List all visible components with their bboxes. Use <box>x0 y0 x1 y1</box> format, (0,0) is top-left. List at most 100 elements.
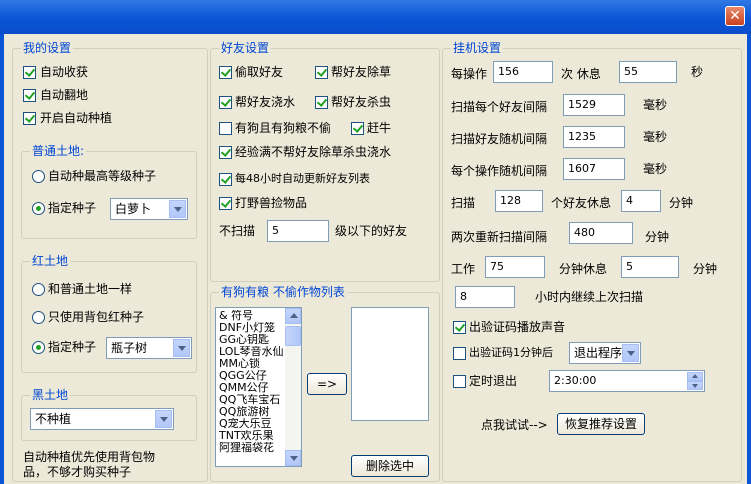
restore-settings-button[interactable]: 恢复推荐设置 <box>557 413 645 435</box>
add-to-list-button[interactable]: => <box>307 373 347 395</box>
red-specified-radio[interactable] <box>32 341 45 354</box>
client-area: 我的设置 自动收获 自动翻地 开启自动种植 普通土地: 自动种最高等级种子 指定… <box>4 34 747 484</box>
list-item[interactable]: MM心锁 <box>219 358 285 370</box>
captcha-sound-label: 出验证码播放声音 <box>469 320 566 334</box>
note-line-1: 自动种植优先使用背包物 <box>23 450 156 464</box>
list-item[interactable]: QQ旅游树 <box>219 406 285 418</box>
resume-value: 8 <box>460 290 467 303</box>
scroll-up-icon[interactable] <box>285 308 301 324</box>
exp-full-checkbox[interactable] <box>219 146 232 159</box>
hang-settings-group: 挂机设置 每操作 156 次 休息 55 秒 扫描每个好友间隔 1529 毫秒 … <box>442 41 742 482</box>
captcha-sound-checkbox[interactable] <box>453 321 466 334</box>
op-random-value: 1607 <box>568 162 596 175</box>
timed-exit-value: 2:30:00 <box>554 374 597 387</box>
spin-down-icon[interactable] <box>687 381 703 390</box>
normal-specified-radio[interactable] <box>32 202 45 215</box>
normal-land-title: 普通土地: <box>30 144 87 158</box>
scan-random-value: 1235 <box>568 130 596 143</box>
chase-cow-checkbox[interactable] <box>351 122 364 135</box>
chevron-down-icon[interactable] <box>169 200 186 218</box>
scan-label: 扫描 <box>451 196 476 210</box>
close-button[interactable]: ✕ <box>725 6 745 26</box>
scroll-thumb[interactable] <box>285 326 301 346</box>
beast-checkbox[interactable] <box>219 197 232 210</box>
scan-rest-field[interactable]: 4 <box>621 190 661 212</box>
list-scrollbar[interactable] <box>285 308 301 466</box>
weed-checkbox[interactable] <box>315 66 328 79</box>
sec-unit: 秒 <box>691 65 704 79</box>
auto-harvest-checkbox[interactable] <box>23 66 36 79</box>
auto-update-label: 每48小时自动更新好友列表 <box>235 172 370 185</box>
title-bar: ✕ <box>0 0 751 34</box>
chevron-down-icon[interactable] <box>622 344 639 362</box>
water-checkbox[interactable] <box>219 96 232 109</box>
friend-settings-title: 好友设置 <box>219 41 272 55</box>
timed-exit-checkbox[interactable] <box>453 375 466 388</box>
timed-exit-field[interactable]: 2:30:00 <box>549 370 705 392</box>
selected-crop-list[interactable] <box>351 307 429 421</box>
list-item[interactable]: Q宠大乐豆 <box>219 418 285 430</box>
scan-friend-field[interactable]: 1529 <box>563 94 625 116</box>
auto-plant-label: 开启自动种植 <box>40 111 113 125</box>
black-land-value: 不种植 <box>35 412 72 426</box>
rescan-field[interactable]: 480 <box>569 222 633 244</box>
work-field[interactable]: 75 <box>485 256 545 278</box>
chevron-down-icon[interactable] <box>173 339 190 357</box>
scroll-down-icon[interactable] <box>285 450 301 466</box>
skip-level-field[interactable]: 5 <box>267 220 329 242</box>
rescan-label: 两次重新扫描间隔 <box>451 230 548 244</box>
auto-plant-checkbox[interactable] <box>23 112 36 125</box>
normal-highest-radio[interactable] <box>32 170 45 183</box>
ms-unit-3: 毫秒 <box>643 162 668 176</box>
work-rest-field[interactable]: 5 <box>621 256 679 278</box>
scan-random-field[interactable]: 1235 <box>563 126 625 148</box>
my-settings-title: 我的设置 <box>21 41 74 55</box>
window-frame-right <box>747 34 751 484</box>
black-land-group: 黑土地 不种植 <box>21 388 197 441</box>
spin-up-icon[interactable] <box>687 372 703 381</box>
captcha-after-checkbox[interactable] <box>453 347 466 360</box>
normal-land-group: 普通土地: 自动种最高等级种子 指定种子 白萝卜 <box>21 144 197 239</box>
my-settings-group: 我的设置 自动收获 自动翻地 开启自动种植 普通土地: 自动种最高等级种子 指定… <box>12 41 208 482</box>
ops-field[interactable]: 156 <box>493 61 553 83</box>
scan-count-field[interactable]: 128 <box>495 190 543 212</box>
list-item[interactable]: GG心钥匙 <box>219 334 285 346</box>
ops-label: 每操作 <box>451 67 488 81</box>
min-unit-1: 分钟 <box>669 196 694 210</box>
red-same-radio[interactable] <box>32 283 45 296</box>
skip-suffix-label: 级以下的好友 <box>335 224 408 238</box>
min-unit-2: 分钟 <box>645 230 670 244</box>
dog-no-steal-checkbox[interactable] <box>219 122 232 135</box>
list-item[interactable]: DNF小灯笼 <box>219 322 285 334</box>
captcha-action-select[interactable]: 退出程序 <box>569 342 641 364</box>
red-backpack-radio[interactable] <box>32 311 45 324</box>
normal-specified-label: 指定种子 <box>48 201 97 215</box>
crop-list[interactable]: & 符号 DNF小灯笼 GG心钥匙 LOL琴音水仙 MM心锁 QGG公仔 QMM… <box>215 307 302 467</box>
list-item[interactable]: QQ飞车宝石 <box>219 394 285 406</box>
list-item[interactable]: & 符号 <box>219 310 285 322</box>
red-same-label: 和普通土地一样 <box>48 282 133 296</box>
scan-friend-label: 扫描每个好友间隔 <box>451 100 548 114</box>
auto-update-checkbox[interactable] <box>219 173 232 186</box>
kill-bug-checkbox[interactable] <box>315 96 328 109</box>
list-item[interactable]: QGG公仔 <box>219 370 285 382</box>
black-land-title: 黑土地 <box>30 388 71 402</box>
op-random-field[interactable]: 1607 <box>563 158 625 180</box>
list-item[interactable]: LOL琴音水仙 <box>219 346 285 358</box>
normal-seed-select[interactable]: 白萝卜 <box>110 198 188 220</box>
black-land-select[interactable]: 不种植 <box>30 408 174 430</box>
ops-value: 156 <box>498 65 519 78</box>
water-label: 帮好友浇水 <box>235 95 296 109</box>
resume-field[interactable]: 8 <box>455 286 515 308</box>
steal-checkbox[interactable] <box>219 66 232 79</box>
delete-selected-button[interactable]: 删除选中 <box>351 455 429 477</box>
red-seed-select[interactable]: 瓶子树 <box>106 337 192 359</box>
auto-plow-checkbox[interactable] <box>23 89 36 102</box>
list-item[interactable]: 阿狸福袋花 <box>219 442 285 454</box>
red-seed-value: 瓶子树 <box>111 341 148 355</box>
list-item[interactable]: TNT欢乐果 <box>219 430 285 442</box>
chevron-down-icon[interactable] <box>155 410 172 428</box>
list-item[interactable]: QMM公仔 <box>219 382 285 394</box>
rest-field[interactable]: 55 <box>619 61 677 83</box>
note-line-2: 品，不够才购买种子 <box>23 465 132 479</box>
